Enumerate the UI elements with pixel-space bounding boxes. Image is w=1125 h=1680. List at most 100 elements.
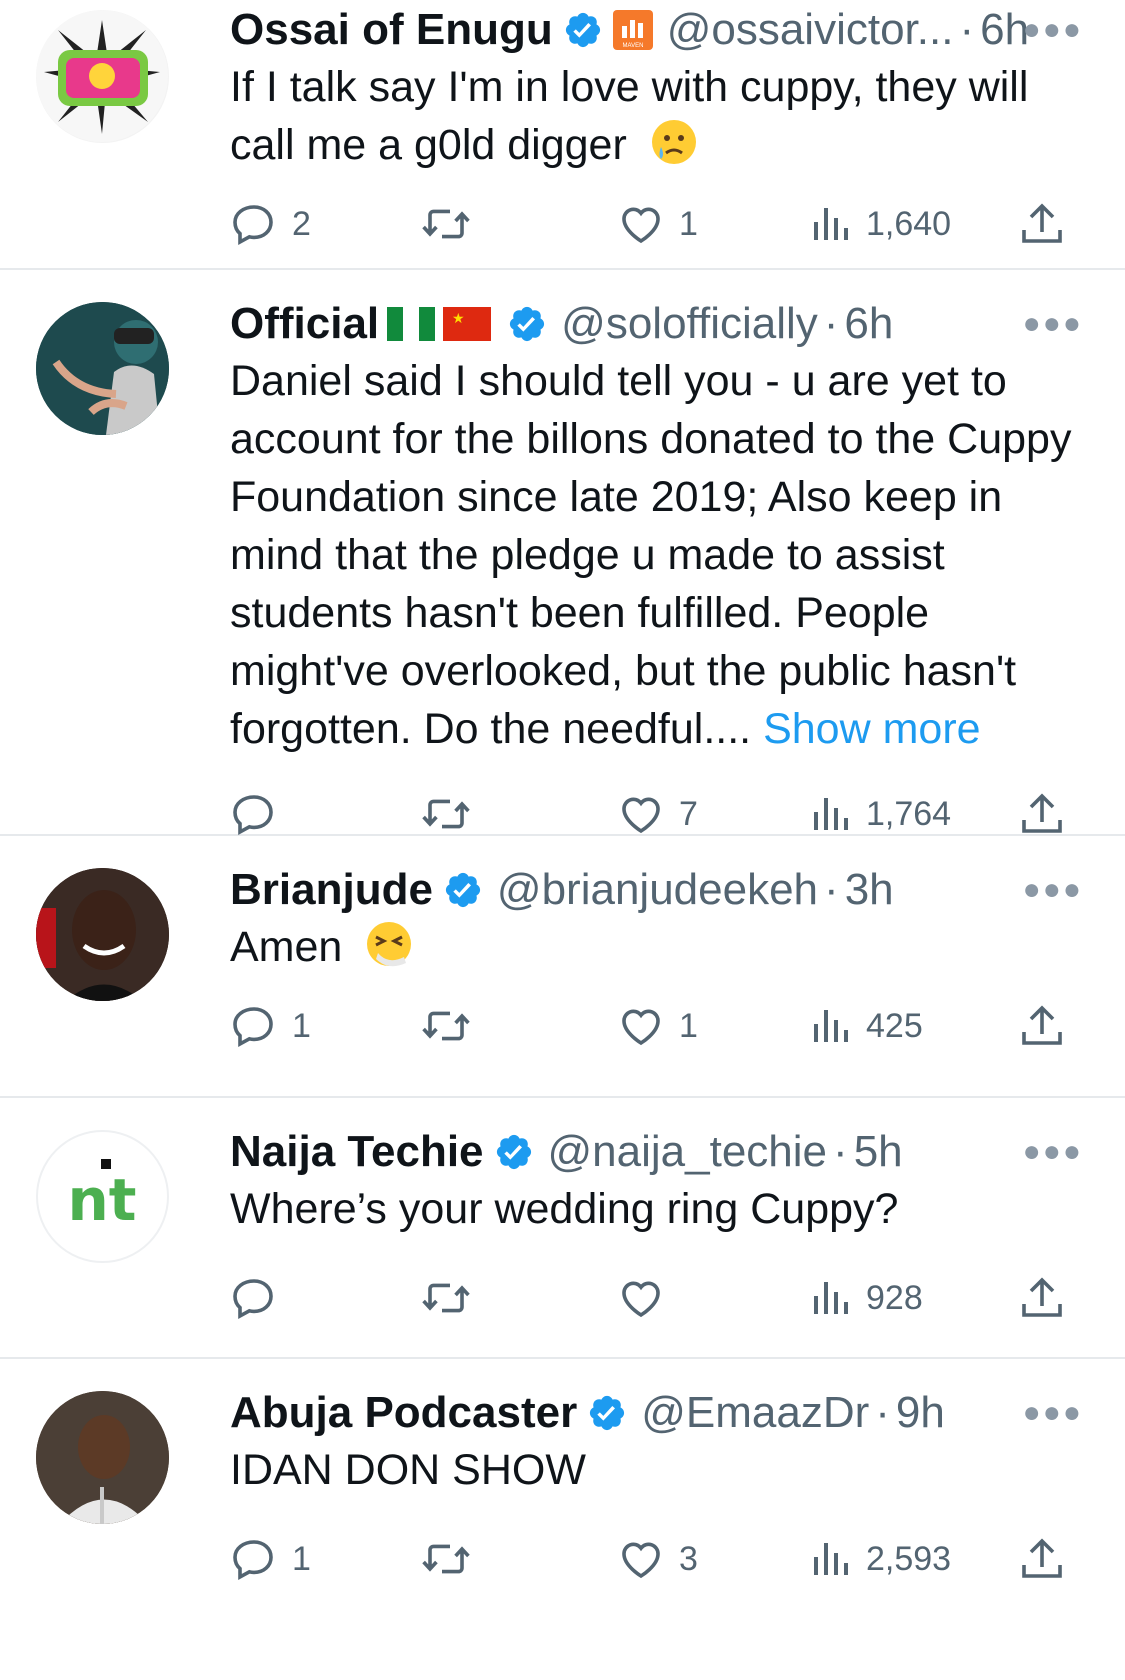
svg-text:★: ★ bbox=[452, 311, 465, 327]
views-icon bbox=[814, 1282, 848, 1314]
tweet-text: If I talk say I'm in love with cuppy, th… bbox=[230, 58, 1083, 174]
avatar[interactable] bbox=[36, 10, 169, 143]
reply-icon bbox=[233, 1540, 273, 1581]
reply-button[interactable] bbox=[230, 784, 292, 844]
share-icon bbox=[1022, 1005, 1062, 1045]
reply-icon bbox=[233, 1007, 273, 1048]
views-count: 928 bbox=[866, 1278, 923, 1317]
views-icon bbox=[814, 208, 848, 240]
share-button[interactable] bbox=[1020, 194, 1064, 254]
tweet[interactable]: Brianjude @brianjudeekeh · 3h ●●● Amen 1… bbox=[0, 836, 1125, 1098]
views-button[interactable]: 1,640 bbox=[812, 194, 951, 254]
author-name[interactable]: Naija Techie bbox=[230, 1126, 484, 1178]
like-icon bbox=[622, 207, 660, 244]
author-handle[interactable]: @naija_techie bbox=[548, 1126, 828, 1178]
views-button[interactable]: 425 bbox=[812, 996, 923, 1056]
separator-dot: · bbox=[824, 865, 839, 914]
author-name[interactable]: Abuja Podcaster bbox=[230, 1387, 577, 1439]
tweet[interactable]: nt Naija Techie @naija_techie · 5h ●●● W… bbox=[0, 1098, 1125, 1359]
views-button[interactable]: 1,764 bbox=[812, 784, 951, 844]
share-button[interactable] bbox=[1020, 784, 1064, 844]
tweet-text-content: If I talk say I'm in love with cuppy, th… bbox=[230, 63, 1029, 169]
reply-feed: Ossai of Enugu MAVEN @ossaivictor... · 6… bbox=[0, 0, 1125, 1621]
more-icon[interactable]: ●●● bbox=[1023, 1387, 1083, 1439]
retweet-button[interactable] bbox=[420, 784, 486, 844]
avatar[interactable] bbox=[36, 302, 169, 435]
reply-button[interactable]: 2 bbox=[230, 194, 311, 254]
author-handle[interactable]: @EmaazDr bbox=[641, 1387, 869, 1439]
reply-icon bbox=[233, 795, 273, 836]
views-button[interactable]: 928 bbox=[812, 1268, 923, 1328]
share-button[interactable] bbox=[1020, 1268, 1064, 1328]
show-more-link[interactable]: Show more bbox=[763, 705, 980, 753]
verified-badge-icon bbox=[563, 10, 603, 50]
retweet-button[interactable] bbox=[420, 1268, 486, 1328]
separator-dot: · bbox=[823, 299, 839, 348]
more-icon[interactable]: ●●● bbox=[1023, 864, 1083, 916]
more-icon[interactable]: ●●● bbox=[1023, 1126, 1083, 1178]
like-button[interactable]: 1 bbox=[617, 996, 698, 1056]
retweet-icon bbox=[422, 1283, 470, 1313]
more-icon[interactable]: ●●● bbox=[1023, 298, 1083, 350]
views-icon bbox=[814, 1543, 848, 1575]
timestamp[interactable]: 3h bbox=[845, 864, 894, 916]
nigeria-flag-icon bbox=[387, 307, 436, 341]
reply-count: 1 bbox=[292, 1539, 311, 1578]
separator-dot: · bbox=[959, 5, 975, 54]
like-icon bbox=[622, 1281, 660, 1318]
tweet-text-content: Daniel said I should tell you - u are ye… bbox=[230, 357, 1072, 753]
timestamp[interactable]: 9h bbox=[896, 1387, 945, 1439]
avatar[interactable]: nt bbox=[36, 1130, 169, 1263]
more-icon[interactable]: ●●● bbox=[1023, 4, 1083, 56]
like-button[interactable]: 1 bbox=[617, 194, 698, 254]
author-handle[interactable]: @brianjudeekeh bbox=[497, 864, 818, 916]
share-button[interactable] bbox=[1020, 996, 1064, 1056]
timestamp[interactable]: 6h bbox=[844, 298, 893, 350]
affiliate-badge-icon: MAVEN bbox=[612, 10, 653, 50]
views-count: 1,764 bbox=[866, 794, 952, 833]
tweet-text-content: Amen bbox=[230, 923, 343, 971]
verified-badge-icon bbox=[494, 1132, 534, 1172]
like-count: 3 bbox=[679, 1539, 698, 1578]
share-icon bbox=[1022, 203, 1062, 243]
author-name[interactable]: Official bbox=[230, 298, 379, 350]
avatar[interactable] bbox=[36, 1391, 169, 1524]
tweet-text: Daniel said I should tell you - u are ye… bbox=[230, 352, 1083, 758]
tweet[interactable]: Official ★ @solofficially · 6h ●●● Danie… bbox=[0, 270, 1125, 836]
retweet-button[interactable] bbox=[420, 1529, 486, 1589]
like-icon bbox=[622, 1542, 660, 1579]
tweet[interactable]: Abuja Podcaster @EmaazDr · 9h ●●● IDAN D… bbox=[0, 1359, 1125, 1621]
like-button[interactable]: 3 bbox=[617, 1529, 698, 1589]
reply-icon bbox=[233, 1279, 273, 1320]
reply-count: 1 bbox=[292, 1006, 311, 1045]
views-count: 425 bbox=[866, 1006, 923, 1045]
author-name[interactable]: Brianjude bbox=[230, 864, 433, 916]
tweet-text: Where’s your wedding ring Cuppy? bbox=[230, 1180, 1083, 1238]
views-button[interactable]: 2,593 bbox=[812, 1529, 951, 1589]
author-name[interactable]: Ossai of Enugu bbox=[230, 4, 553, 56]
retweet-icon bbox=[422, 799, 470, 829]
retweet-icon bbox=[422, 1544, 470, 1574]
tweet[interactable]: Ossai of Enugu MAVEN @ossaivictor... · 6… bbox=[0, 0, 1125, 270]
author-handle[interactable]: @solofficially bbox=[561, 298, 818, 350]
crying-face-emoji-icon bbox=[651, 120, 696, 164]
reply-button[interactable]: 1 bbox=[230, 1529, 311, 1589]
share-button[interactable] bbox=[1020, 1529, 1064, 1589]
timestamp[interactable]: 5h bbox=[854, 1126, 903, 1178]
retweet-button[interactable] bbox=[420, 194, 486, 254]
like-button[interactable]: 7 bbox=[617, 784, 698, 844]
retweet-icon bbox=[422, 209, 470, 239]
reply-button[interactable] bbox=[230, 1268, 292, 1328]
like-count: 1 bbox=[679, 204, 698, 243]
retweet-icon bbox=[422, 1011, 470, 1041]
sneezing-face-emoji-icon bbox=[367, 922, 412, 967]
svg-text:nt: nt bbox=[67, 1166, 136, 1234]
like-button[interactable] bbox=[617, 1268, 679, 1328]
views-icon bbox=[814, 1010, 848, 1042]
reply-button[interactable]: 1 bbox=[230, 996, 311, 1056]
retweet-button[interactable] bbox=[420, 996, 486, 1056]
reply-icon bbox=[233, 205, 273, 246]
share-icon bbox=[1022, 793, 1062, 833]
avatar[interactable] bbox=[36, 868, 169, 1001]
author-handle[interactable]: @ossaivictor... bbox=[667, 4, 954, 56]
